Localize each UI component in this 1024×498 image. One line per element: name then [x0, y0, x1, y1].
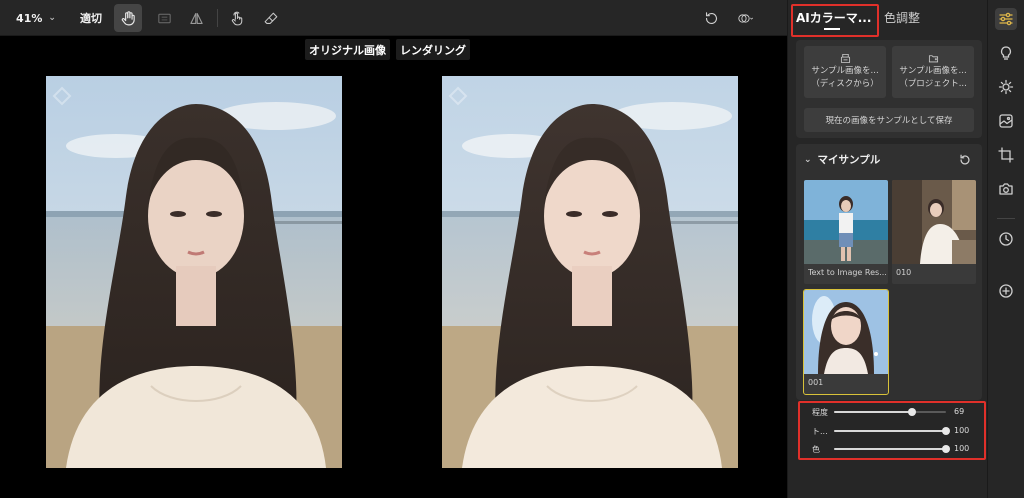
clock-icon [999, 232, 1013, 246]
sample-thumbnail[interactable]: Text to Image Res... [804, 180, 888, 284]
touch-icon [231, 11, 242, 25]
sample-label: Text to Image Res... [808, 268, 886, 277]
rotate-button[interactable] [697, 4, 725, 32]
fit-button[interactable]: 適切 [74, 0, 108, 36]
toolbar-divider [217, 9, 218, 27]
history-rail-button[interactable] [995, 228, 1017, 250]
panel-tabs: AIカラーマ... 色調整 [788, 0, 988, 36]
overlay-icon [737, 13, 753, 23]
save-as-sample-button[interactable]: 現在の画像をサンプルとして保存 [804, 108, 974, 132]
slider-fill [834, 448, 946, 450]
sample-image [804, 180, 888, 264]
preview-canvas: オリジナル画像 レンダリング [0, 37, 787, 498]
slider-fill [834, 411, 913, 413]
touch-button[interactable] [223, 4, 251, 32]
tab-color-adjust[interactable]: 色調整 [884, 9, 920, 26]
chevron-down-icon: ⌄ [48, 13, 56, 23]
sample-thumbnail-selected[interactable]: 001 [803, 289, 889, 395]
sun-icon [998, 79, 1014, 95]
zoom-value: 41% [16, 11, 43, 25]
active-tab-indicator [824, 28, 840, 30]
sample-image [892, 180, 976, 264]
slider-track[interactable] [834, 427, 950, 435]
original-image-label: オリジナル画像 [305, 39, 390, 60]
add-circle-icon [999, 284, 1013, 298]
eraser-button[interactable] [257, 4, 285, 32]
crop-icon [998, 147, 1014, 163]
chevron-down-icon: ⌄ [804, 154, 812, 165]
slider-value: 69 [954, 407, 965, 416]
image-icon [999, 114, 1013, 128]
load-sample-project-line2: （プロジェクト... [899, 79, 967, 89]
rendered-image [442, 76, 738, 468]
load-sample-disk-button[interactable]: サンプル画像を... （ディスクから） [804, 46, 886, 98]
zoom-dropdown[interactable]: 41% ⌄ [10, 0, 62, 36]
slider-label: 色 [812, 445, 820, 454]
overlay-dropdown[interactable] [731, 4, 759, 32]
bulb-rail-button[interactable] [995, 42, 1017, 64]
reset-icon[interactable] [958, 153, 972, 167]
load-sample-project-line1: サンプル画像を... [899, 66, 967, 76]
light-rail-button[interactable] [995, 76, 1017, 98]
disk-icon [840, 53, 850, 64]
camera-icon [999, 183, 1013, 195]
slider-knob[interactable] [908, 408, 917, 416]
compare-box-button[interactable] [150, 4, 178, 32]
original-image [46, 76, 342, 468]
add-rail-button[interactable] [995, 280, 1017, 302]
hand-icon [121, 10, 135, 25]
sample-thumbnail[interactable]: 010 [892, 180, 976, 284]
tab-ai-color-match[interactable]: AIカラーマ... [796, 9, 871, 26]
rotate-icon [705, 11, 717, 24]
sliders-rail-button[interactable] [995, 8, 1017, 30]
mirror-icon [189, 12, 203, 24]
mirror-button[interactable] [182, 4, 210, 32]
slider-knob[interactable] [942, 445, 950, 453]
sliders-icon [999, 12, 1013, 26]
compare-box-icon [157, 13, 171, 23]
eraser-icon [264, 12, 277, 24]
camera-rail-button[interactable] [995, 178, 1017, 200]
slider-intensity[interactable]: 程度 69 [812, 405, 980, 419]
hand-tool-button[interactable] [114, 4, 142, 32]
right-panel: AIカラーマ... 色調整 サンプル画像を... （ディスクから） サンプル画像… [787, 0, 987, 498]
load-sample-disk-line2: （ディスクから） [811, 79, 879, 89]
image-rail-button[interactable] [995, 110, 1017, 132]
slider-label: 程度 [812, 408, 828, 417]
crop-rail-button[interactable] [995, 144, 1017, 166]
slider-label: ト... [812, 427, 828, 436]
slider-track[interactable] [834, 445, 950, 453]
my-samples-title: マイサンプル [817, 154, 881, 166]
sample-label: 010 [896, 268, 912, 277]
sample-loader-card: サンプル画像を... （ディスクから） サンプル画像を... （プロジェクト..… [796, 40, 982, 138]
slider-value: 100 [954, 444, 970, 453]
rendering-label: レンダリング [396, 39, 470, 60]
rail-divider [997, 218, 1015, 219]
top-toolbar: 41% ⌄ 適切 [0, 0, 787, 36]
folder-icon [928, 55, 938, 63]
load-sample-disk-line1: サンプル画像を... [811, 66, 879, 76]
slider-track[interactable] [834, 408, 946, 416]
slider-knob[interactable] [942, 427, 950, 435]
sample-label: 001 [808, 378, 824, 387]
slider-value: 100 [954, 426, 970, 435]
sample-image [804, 290, 888, 374]
load-sample-project-button[interactable]: サンプル画像を... （プロジェクト... [892, 46, 974, 98]
bulb-icon [1000, 46, 1012, 60]
my-samples-header[interactable]: ⌄ マイサンプル [804, 152, 880, 167]
tool-rail [987, 0, 1024, 498]
slider-tone[interactable]: ト... 100 [812, 424, 980, 438]
slider-fill [834, 430, 946, 432]
slider-color[interactable]: 色 100 [812, 442, 980, 456]
